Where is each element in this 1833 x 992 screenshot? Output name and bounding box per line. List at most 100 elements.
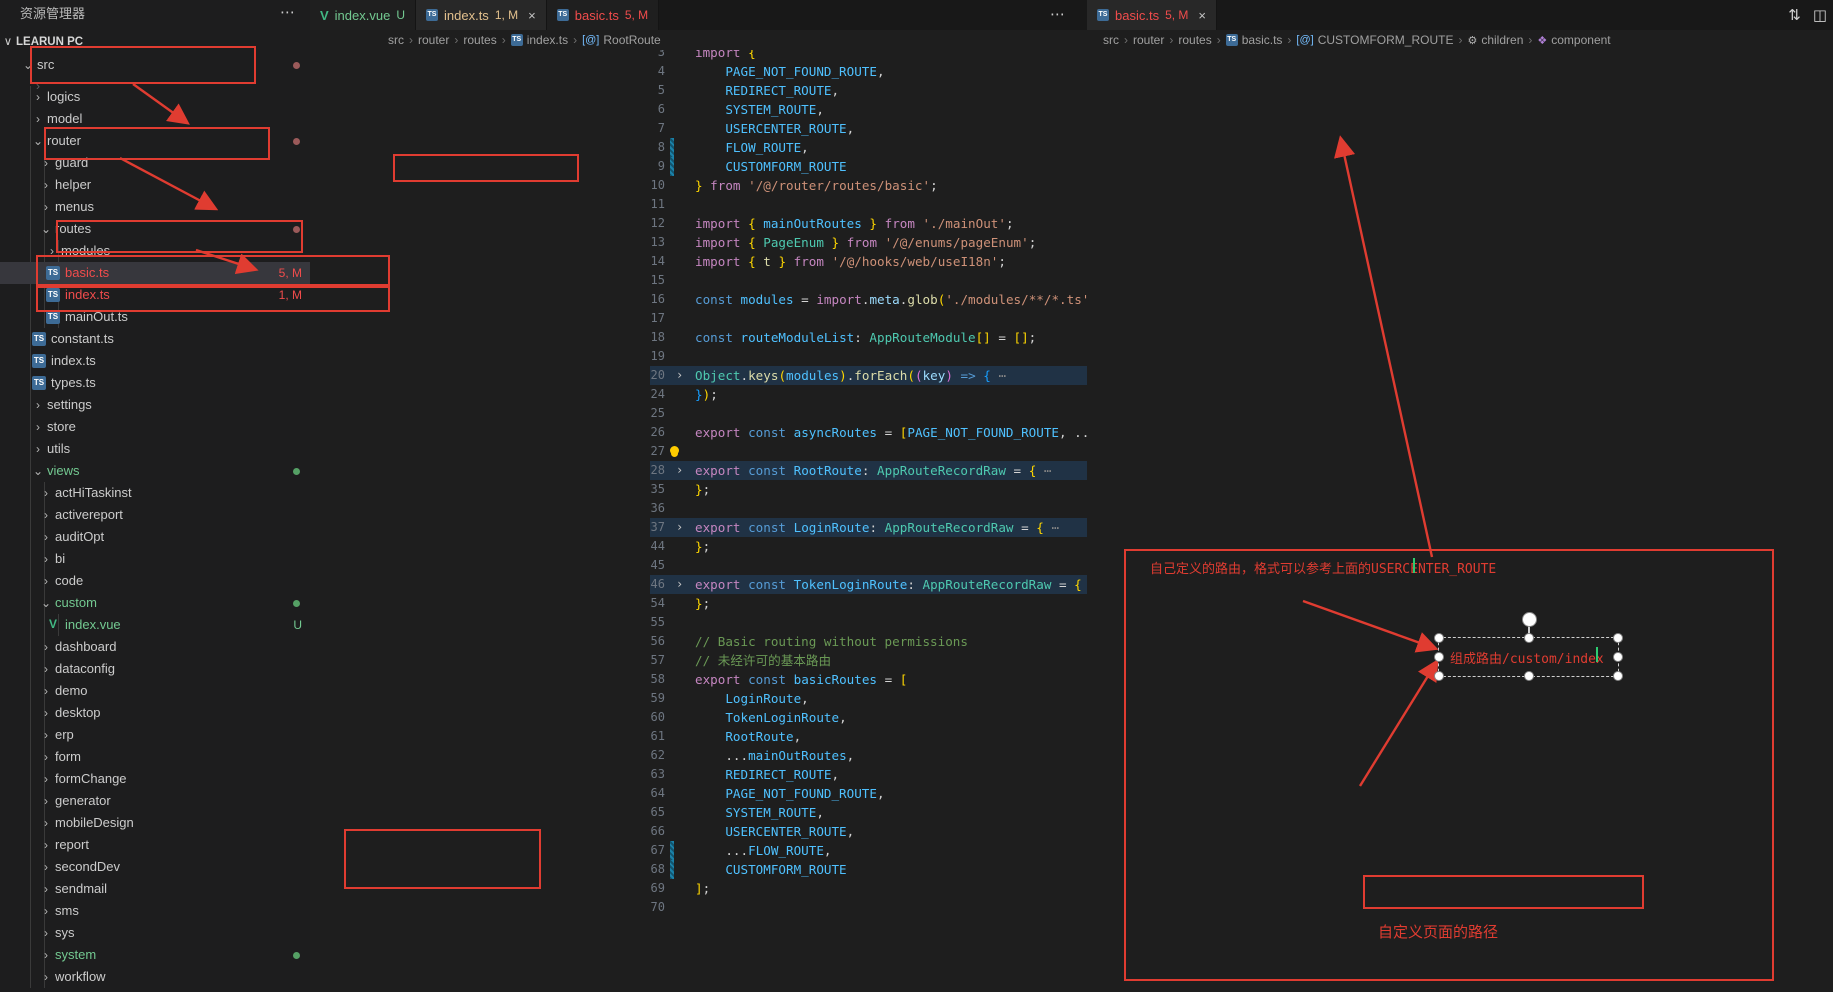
breadcrumb-item[interactable]: component xyxy=(1551,33,1610,47)
breadcrumb-item[interactable]: RootRoute xyxy=(603,33,660,47)
split-editor-icon[interactable]: ◫ xyxy=(1813,6,1827,24)
tree-item-activereport[interactable]: ›activereport xyxy=(0,504,310,526)
code-line[interactable]: }; xyxy=(695,594,710,613)
tree-item-desktop[interactable]: ›desktop xyxy=(0,702,310,724)
breadcrumb-item[interactable]: children xyxy=(1481,33,1523,47)
tree-item-dataconfig[interactable]: ›dataconfig xyxy=(0,658,310,680)
tree-item-settings[interactable]: ›settings xyxy=(0,394,310,416)
tree-item-sendmail[interactable]: ›sendmail xyxy=(0,878,310,900)
breadcrumb-item[interactable]: src xyxy=(388,33,404,47)
tree-item-workflow[interactable]: ›workflow xyxy=(0,966,310,988)
code-line[interactable]: CUSTOMFORM_ROUTE xyxy=(695,860,847,879)
breadcrumb-item[interactable]: basic.ts xyxy=(1242,33,1283,47)
lightbulb-icon[interactable] xyxy=(670,446,679,455)
selection-handle[interactable] xyxy=(1434,671,1444,681)
code-line[interactable]: FLOW_ROUTE, xyxy=(695,138,809,157)
code-line[interactable]: }; xyxy=(695,480,710,499)
selection-handle[interactable] xyxy=(1613,671,1623,681)
tree-item-secondDev[interactable]: ›secondDev xyxy=(0,856,310,878)
code-line[interactable]: SYSTEM_ROUTE, xyxy=(695,803,824,822)
tree-item-mobileDesign[interactable]: ›mobileDesign xyxy=(0,812,310,834)
compare-changes-icon[interactable]: ⇅ xyxy=(1788,6,1801,24)
code-line[interactable]: REDIRECT_ROUTE, xyxy=(695,81,839,100)
tree-item-system[interactable]: ›system xyxy=(0,944,310,966)
code-line[interactable]: SYSTEM_ROUTE, xyxy=(695,100,824,119)
breadcrumb-item[interactable]: router xyxy=(1133,33,1164,47)
code-line[interactable]: // Basic routing without permissions xyxy=(695,632,968,651)
project-root-item[interactable]: ∨LEARUN PC xyxy=(0,30,310,54)
selection-handle[interactable] xyxy=(1613,652,1623,662)
tree-item-code[interactable]: ›code xyxy=(0,570,310,592)
code-line[interactable]: import { PageEnum } from '/@/enums/pageE… xyxy=(695,233,1036,252)
tree-item-bi[interactable]: ›bi xyxy=(0,548,310,570)
tab-index.vue[interactable]: Vindex.vueU xyxy=(310,0,416,30)
code-line[interactable]: import { mainOutRoutes } from './mainOut… xyxy=(695,214,1014,233)
breadcrumb-item[interactable]: index.ts xyxy=(527,33,568,47)
right-breadcrumb[interactable]: src›router›routes›TSbasic.ts›[@]CUSTOMFO… xyxy=(1087,30,1833,50)
selection-handle[interactable] xyxy=(1524,671,1534,681)
code-line[interactable]: CUSTOMFORM_ROUTE xyxy=(695,157,847,176)
code-line[interactable]: // 未经许可的基本路由 xyxy=(695,651,831,670)
tree-item-basic.ts[interactable]: TSbasic.ts5, M xyxy=(0,262,310,284)
tree-item-report[interactable]: ›report xyxy=(0,834,310,856)
code-line[interactable]: TokenLoginRoute, xyxy=(695,708,847,727)
code-line[interactable]: Object.keys(modules).forEach((key) => { … xyxy=(695,366,1006,385)
tree-item-helper[interactable]: ›helper xyxy=(0,174,310,196)
fold-chevron-icon[interactable]: › xyxy=(676,518,683,537)
code-line[interactable]: export const TokenLoginRoute: AppRouteRe… xyxy=(695,575,1097,594)
tree-item-erp[interactable]: ›erp xyxy=(0,724,310,746)
code-line[interactable]: export const LoginRoute: AppRouteRecordR… xyxy=(695,518,1059,537)
tree-item-menus[interactable]: ›menus xyxy=(0,196,310,218)
tree-item-index.vue[interactable]: Vindex.vueU xyxy=(0,614,310,636)
tree-item-constant.ts[interactable]: TSconstant.ts xyxy=(0,328,310,350)
tree-item-form[interactable]: ›form xyxy=(0,746,310,768)
code-line[interactable]: }); xyxy=(695,385,718,404)
code-line[interactable]: PAGE_NOT_FOUND_ROUTE, xyxy=(695,62,885,81)
code-line[interactable]: export const basicRoutes = [ xyxy=(695,670,907,689)
code-line[interactable]: const routeModuleList: AppRouteModule[] … xyxy=(695,328,1036,347)
tree-item-router[interactable]: ⌄router xyxy=(0,130,310,152)
fold-chevron-icon[interactable]: › xyxy=(676,575,683,594)
selection-handle[interactable] xyxy=(1524,633,1534,643)
breadcrumb-item[interactable]: src xyxy=(1103,33,1119,47)
breadcrumb-item[interactable]: routes xyxy=(1178,33,1211,47)
code-line[interactable]: PAGE_NOT_FOUND_ROUTE, xyxy=(695,784,885,803)
code-line[interactable]: USERCENTER_ROUTE, xyxy=(695,119,854,138)
code-line[interactable]: LoginRoute, xyxy=(695,689,809,708)
selection-handle[interactable] xyxy=(1434,652,1444,662)
tree-item-demo[interactable]: ›demo xyxy=(0,680,310,702)
tree-item-auditOpt[interactable]: ›auditOpt xyxy=(0,526,310,548)
code-line[interactable]: }; xyxy=(695,537,710,556)
tree-item-actHiTaskinst[interactable]: ›actHiTaskinst xyxy=(0,482,310,504)
code-line[interactable]: import { t } from '/@/hooks/web/useI18n'… xyxy=(695,252,1006,271)
tree-item-utils[interactable]: ›utils xyxy=(0,438,310,460)
code-line[interactable]: RootRoute, xyxy=(695,727,801,746)
code-line[interactable]: } from '/@/router/routes/basic'; xyxy=(695,176,938,195)
tab-basic.ts[interactable]: TSbasic.ts5, M× xyxy=(1087,0,1217,30)
code-line[interactable]: ...mainOutRoutes, xyxy=(695,746,854,765)
tree-item-dashboard[interactable]: ›dashboard xyxy=(0,636,310,658)
tree-item-views[interactable]: ⌄views xyxy=(0,460,310,482)
code-line[interactable]: USERCENTER_ROUTE, xyxy=(695,822,854,841)
middle-tab-actions-icon[interactable]: ⋯ xyxy=(1050,0,1065,30)
tree-item-generator[interactable]: ›generator xyxy=(0,790,310,812)
code-line[interactable]: ...FLOW_ROUTE, xyxy=(695,841,832,860)
tree-item-index.ts[interactable]: TSindex.ts xyxy=(0,350,310,372)
rotate-handle[interactable] xyxy=(1522,612,1537,627)
tree-item-model[interactable]: ›model xyxy=(0,108,310,130)
code-line[interactable]: export const RootRoute: AppRouteRecordRa… xyxy=(695,461,1051,480)
tree-item-src[interactable]: ⌄src xyxy=(0,54,310,76)
breadcrumb-item[interactable]: CUSTOMFORM_ROUTE xyxy=(1318,33,1454,47)
tree-item-index.ts[interactable]: TSindex.ts1, M xyxy=(0,284,310,306)
tab-basic.ts[interactable]: TSbasic.ts5, M xyxy=(547,0,659,30)
close-icon[interactable]: × xyxy=(1198,8,1206,23)
selection-handle[interactable] xyxy=(1434,633,1444,643)
tree-item-sys[interactable]: ›sys xyxy=(0,922,310,944)
tree-item-routes[interactable]: ⌄routes xyxy=(0,218,310,240)
tree-item-sms[interactable]: ›sms xyxy=(0,900,310,922)
tree-item-types.ts[interactable]: TStypes.ts xyxy=(0,372,310,394)
selection-handle[interactable] xyxy=(1613,633,1623,643)
tree-item-mainOut.ts[interactable]: TSmainOut.ts xyxy=(0,306,310,328)
breadcrumb-item[interactable]: routes xyxy=(463,33,496,47)
explorer-more-icon[interactable]: ⋯ xyxy=(280,0,310,28)
